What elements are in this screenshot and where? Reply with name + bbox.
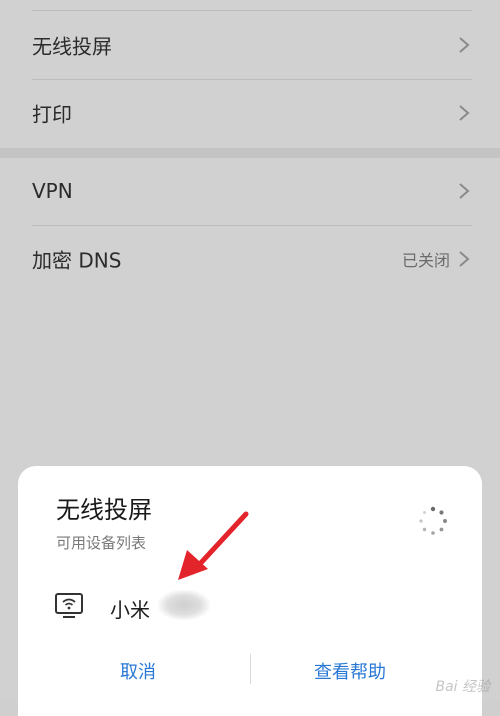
device-item[interactable]: 小米 [18, 578, 482, 634]
settings-group-network: VPN 加密 DNS 已关闭 [0, 158, 500, 308]
settings-item-label: VPN [32, 179, 73, 203]
blurred-device-suffix [158, 590, 210, 620]
chevron-right-icon [459, 37, 470, 53]
tv-wifi-icon [55, 593, 83, 618]
settings-item-label: 加密 DNS [32, 248, 122, 273]
sheet-subtitle: 可用设备列表 [56, 534, 147, 552]
settings-item-status: 已关闭 [401, 251, 450, 270]
settings-item-wireless-projection[interactable]: 无线投屏 [0, 12, 500, 78]
sheet-actions: 取消 查看帮助 [18, 648, 482, 688]
wireless-projection-sheet: 无线投屏 可用设备列表 小米 取消 查看帮助 [18, 466, 482, 716]
spinner-icon [419, 506, 447, 535]
settings-group-connect: 无线投屏 打印 [0, 0, 500, 148]
settings-item-label: 打印 [32, 102, 72, 127]
settings-item-print[interactable]: 打印 [0, 80, 500, 146]
watermark-logo: Bai 经验 [435, 679, 490, 695]
action-divider [250, 654, 251, 684]
help-button[interactable]: 查看帮助 [314, 658, 386, 684]
settings-item-label: 无线投屏 [32, 34, 112, 59]
device-name: 小米 [110, 598, 150, 622]
list-divider [32, 10, 472, 11]
sheet-title: 无线投屏 [56, 496, 152, 524]
group-separator [0, 148, 500, 158]
cancel-button[interactable]: 取消 [120, 658, 156, 684]
settings-item-vpn[interactable]: VPN [0, 158, 500, 224]
chevron-right-icon [459, 251, 470, 267]
chevron-right-icon [459, 105, 470, 121]
chevron-right-icon [459, 183, 470, 199]
settings-item-encrypted-dns[interactable]: 加密 DNS 已关闭 [0, 226, 500, 292]
